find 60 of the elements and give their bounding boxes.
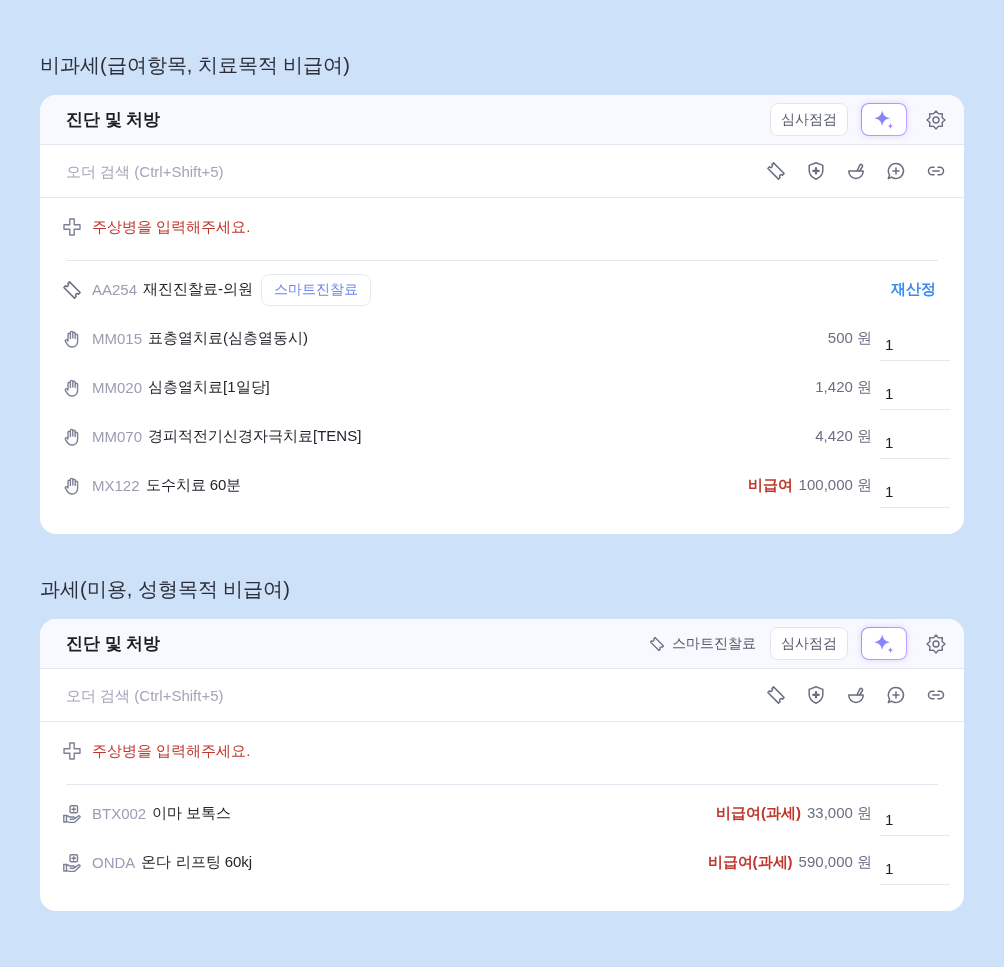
- quantity-field[interactable]: 1: [880, 470, 950, 508]
- panel-title: 진단 및 처방: [66, 109, 161, 131]
- section-title: 비과세(급여항목, 치료목적 비급여): [40, 53, 350, 78]
- ai-assist-button[interactable]: [861, 627, 907, 660]
- diagnosis-prompt[interactable]: 주상병을 입력해주세요.: [92, 741, 251, 761]
- hand-box-icon: [62, 803, 82, 824]
- quantity-field[interactable]: 1: [880, 421, 950, 459]
- order-name: 표층열치료(심층열동시): [148, 329, 309, 348]
- coverage-label: 비급여(과세): [707, 853, 793, 872]
- order-price: 1,420 원: [815, 378, 872, 397]
- order-price: 500 원: [827, 329, 872, 348]
- mortar-pestle-icon[interactable]: [846, 685, 866, 705]
- section-title: 과세(미용, 성형목적 비급여): [40, 577, 290, 602]
- plus-outline-icon[interactable]: [62, 217, 82, 237]
- order-name: 온다 리프팅 60kj: [141, 853, 253, 872]
- order-price: 100,000 원: [798, 476, 872, 495]
- review-button[interactable]: 심사점검: [770, 103, 848, 136]
- order-code: MM070: [92, 428, 143, 445]
- order-price: 4,420 원: [815, 427, 872, 446]
- ticket-icon[interactable]: [766, 685, 786, 705]
- quantity-field[interactable]: 1: [880, 798, 950, 836]
- order-name: 재진진찰료-의원: [143, 280, 254, 299]
- ticket-icon: [649, 635, 665, 652]
- order-name: 이마 보톡스: [152, 804, 232, 823]
- order-code: MM015: [92, 330, 143, 347]
- review-button[interactable]: 심사점검: [770, 627, 848, 660]
- ai-assist-button[interactable]: [861, 103, 907, 136]
- panel-title: 진단 및 처방: [66, 633, 161, 655]
- coverage-label: 비급여: [747, 476, 793, 495]
- sparkle-icon: [873, 632, 895, 655]
- order-code: MM020: [92, 379, 143, 396]
- mortar-pestle-icon[interactable]: [846, 161, 866, 181]
- order-name: 경피적전기신경자극치료[TENS]: [148, 427, 362, 446]
- quantity-field[interactable]: 1: [880, 323, 950, 361]
- sparkle-icon: [873, 108, 895, 131]
- hand-box-icon: [62, 852, 82, 873]
- quantity-field[interactable]: 1: [880, 372, 950, 410]
- quantity-field[interactable]: 1: [880, 847, 950, 885]
- order-price: 590,000 원: [798, 853, 872, 872]
- order-code: ONDA: [92, 854, 136, 871]
- ticket-icon[interactable]: [766, 161, 786, 181]
- diagnosis-prompt[interactable]: 주상병을 입력해주세요.: [92, 217, 251, 237]
- shield-plus-icon[interactable]: [806, 685, 826, 705]
- ticket-icon: [62, 279, 82, 300]
- plus-outline-icon[interactable]: [62, 741, 82, 761]
- chat-plus-icon[interactable]: [886, 161, 906, 181]
- order-code: MX122: [92, 477, 140, 494]
- search-field[interactable]: 오더 검색 (Ctrl+Shift+5): [66, 681, 754, 709]
- smart-consult-button[interactable]: 스마트진찰료: [649, 631, 756, 656]
- order-name: 도수치료 60분: [145, 476, 242, 495]
- order-name: 심층열치료[1일당]: [148, 378, 270, 397]
- shield-plus-icon[interactable]: [806, 161, 826, 181]
- order-code: BTX002: [92, 805, 147, 822]
- settings-icon[interactable]: [926, 109, 946, 130]
- order-code: AA254: [92, 281, 138, 298]
- chat-plus-icon[interactable]: [886, 685, 906, 705]
- order-price: 33,000 원: [806, 804, 872, 823]
- coverage-label: 비급여(과세): [715, 804, 801, 823]
- search-field[interactable]: 오더 검색 (Ctrl+Shift+5): [66, 157, 754, 185]
- settings-icon[interactable]: [926, 633, 946, 654]
